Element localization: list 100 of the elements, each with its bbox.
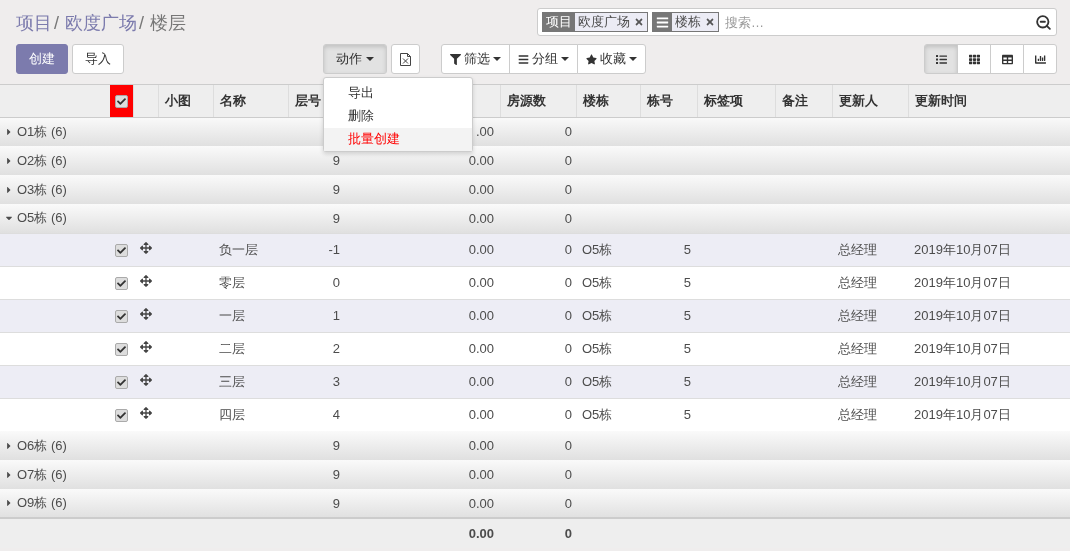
group-row[interactable]: O6栋 (6) 9 0.00 0 [0,431,1070,460]
menu-item[interactable]: 删除 [324,105,472,128]
menu-icon [656,15,669,29]
search-option-button[interactable]: 分组 [509,44,578,74]
facet-label: 项目 [543,13,575,31]
close-icon[interactable] [705,17,715,27]
column-header[interactable]: 小图 [158,85,213,117]
group-row[interactable]: O3栋 (6) 9 0.00 0 [0,175,1070,204]
table-cell: 二层 [219,340,245,356]
table-cell: 零层 [219,274,245,290]
table-cell: 0 [564,374,572,389]
drag-handle-icon[interactable] [139,308,152,320]
filter-icon [450,53,461,65]
row-checkbox[interactable] [115,409,128,423]
table-cell: 5 [683,308,691,323]
view-switch-button[interactable] [1023,44,1057,74]
column-header[interactable]: 备注 [775,85,832,117]
breadcrumb-current: 楼层 [150,12,187,35]
view-switch-button[interactable] [990,44,1024,74]
column-header[interactable]: 房源数 [500,85,576,117]
table-cell: 4 [332,407,340,423]
create-button[interactable]: 创建 [16,44,68,74]
tiles-icon [968,53,980,65]
table-cell: 0 [564,438,572,453]
search-field[interactable]: 项目 欧度广场 楼栋 搜索… [537,8,1057,36]
table-cell: O5栋 [582,406,613,422]
search-option-button[interactable]: 筛选 [441,44,510,74]
view-switch-button[interactable] [924,44,958,74]
group-label: O3栋 (6) [17,180,67,199]
table-cell: O5栋 [582,373,613,389]
menu-item[interactable]: 批量创建 [324,128,472,151]
row-checkbox[interactable] [115,376,128,390]
select-all-checkbox[interactable] [114,95,128,109]
table-cell: 9 [332,438,340,453]
menu-item[interactable]: 导出 [324,82,472,105]
close-icon[interactable] [634,17,644,27]
table-cell: 0.00 [468,242,494,257]
export-button[interactable] [391,44,420,74]
column-header[interactable]: 标签项 [697,85,775,117]
table-cell: 0 [332,275,340,290]
table-cell: O5栋 [582,307,613,323]
row-checkbox[interactable] [115,310,128,324]
drag-handle-icon[interactable] [139,407,152,420]
table-cell: 0.00 [468,495,494,511]
table-cell: 0.00 [468,153,494,168]
group-label: O1栋 (6) [17,122,67,141]
table-cell: 负一层 [219,241,258,257]
group-row[interactable]: O7栋 (6) 9 0.00 0 [0,460,1070,489]
table-cell: 2 [332,341,340,356]
search-option-button[interactable]: 收藏 [577,44,646,74]
drag-handle-icon[interactable] [139,242,152,254]
drag-handle-icon[interactable] [139,341,152,353]
caret-icon [493,57,501,61]
table-cell: 一层 [219,307,245,323]
breadcrumb-separator: / [139,13,145,34]
group-label: O6栋 (6) [17,436,67,455]
row-checkbox[interactable] [115,277,128,291]
table-cell: 5 [683,242,691,257]
star-icon [586,53,597,65]
table-cell: 1 [332,308,340,323]
column-header[interactable]: 栋号 [640,85,697,117]
search-icon[interactable] [1035,13,1052,31]
caret-icon [366,57,374,61]
column-header[interactable]: 名称 [213,85,288,117]
row-checkbox[interactable] [115,343,128,357]
drag-handle-icon[interactable] [139,275,152,287]
import-button[interactable]: 导入 [72,44,124,74]
group-row[interactable]: O9栋 (6) 9 0.00 0 [0,489,1070,518]
table-cell: 三层 [219,373,245,389]
table-cell: 0 [564,308,572,323]
table-cell: 9 [332,182,340,197]
table-cell: 0 [564,495,572,511]
drag-handle-icon[interactable] [139,374,152,386]
table-cell: 0 [564,124,572,140]
table-cell: O5栋 [582,274,613,290]
breadcrumb-link[interactable]: 欧度广场 [65,11,137,35]
table-cell: 9 [332,495,340,511]
table-cell: 2019年10月07日 [914,274,1011,290]
row-checkbox[interactable] [115,244,128,258]
facet-value: 欧度广场 [578,13,630,31]
table-cell: 0.00 [468,308,494,323]
table-cell: 0.00 [468,341,494,356]
table-cell: 0.00 [468,407,494,423]
group-row[interactable]: O2栋 (6) 9 0.00 0 [0,146,1070,175]
view-switch-button[interactable] [957,44,991,74]
table-cell: .00 [475,124,494,140]
bar-chart-icon [1034,53,1046,65]
caret-icon [561,57,569,61]
table-cell: 5 [683,341,691,356]
group-row[interactable]: O5栋 (6) 9 0.00 0 [0,204,1070,233]
column-header[interactable]: 楼栋 [576,85,640,117]
column-header[interactable]: 更新时间 [908,85,1070,117]
column-header[interactable]: 更新人 [832,85,908,117]
table-cell: 0.00 [468,374,494,389]
table-cell: 5 [683,407,691,423]
action-button[interactable]: 动作 [323,44,387,74]
table-cell: 9 [332,467,340,482]
breadcrumb-link[interactable]: 项目 [16,11,52,35]
table-cell: 总经理 [838,307,877,323]
table-cell: 5 [683,374,691,389]
